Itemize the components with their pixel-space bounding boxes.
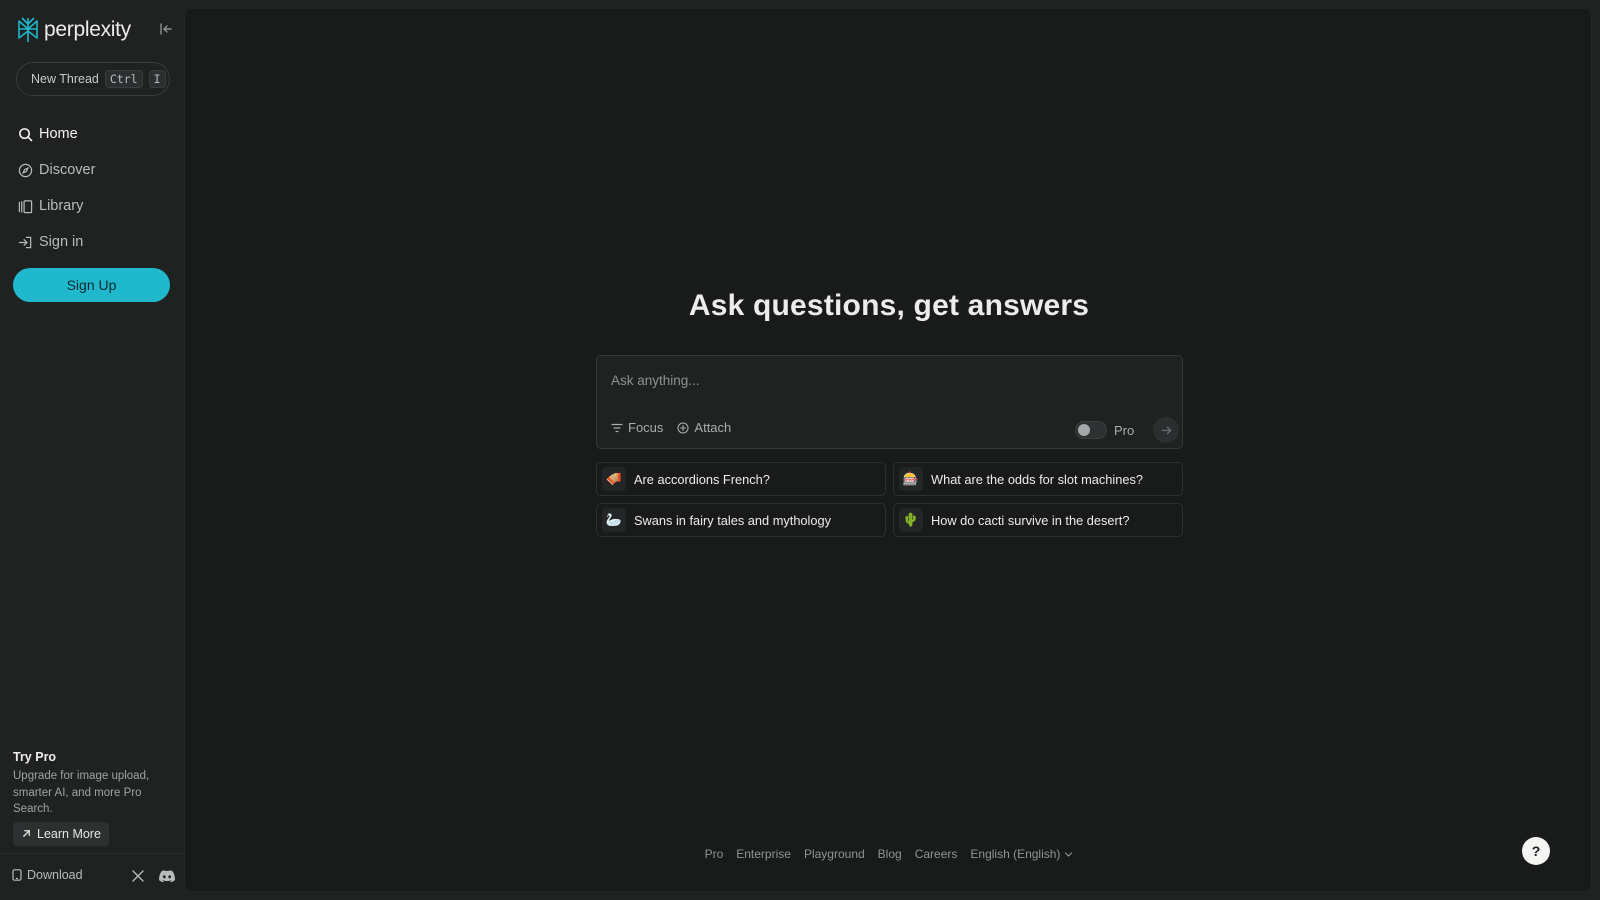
suggestion-item[interactable]: 🦢 Swans in fairy tales and mythology xyxy=(596,503,886,537)
cactus-icon: 🌵 xyxy=(899,508,923,532)
perplexity-logo-icon xyxy=(18,17,38,42)
suggestion-item[interactable]: 🪗 Are accordions French? xyxy=(596,462,886,496)
arrow-up-right-icon xyxy=(23,830,30,837)
search-input[interactable] xyxy=(611,368,1151,392)
footer-link-playground[interactable]: Playground xyxy=(804,847,865,861)
plus-circle-icon xyxy=(677,421,689,434)
learn-more-button[interactable]: Learn More xyxy=(13,821,109,846)
chevron-down-icon xyxy=(1065,851,1073,857)
shortcut-key-ctrl: Ctrl xyxy=(104,70,143,88)
attach-button[interactable]: Attach xyxy=(677,420,731,435)
swan-icon: 🦢 xyxy=(602,508,626,532)
library-icon xyxy=(18,199,33,213)
new-thread-button[interactable]: New Thread Ctrl I xyxy=(16,62,170,96)
suggestion-text: How do cacti survive in the desert? xyxy=(931,512,1130,528)
sidebar-item-label: Home xyxy=(39,126,78,142)
attach-label: Attach xyxy=(694,420,732,435)
toggle-knob xyxy=(1078,424,1090,436)
sign-in-icon xyxy=(18,236,32,248)
pro-label: Pro xyxy=(1114,422,1135,438)
shortcut-key-i: I xyxy=(148,70,166,88)
sidebar-item-label: Discover xyxy=(39,162,96,178)
compass-icon xyxy=(18,163,33,177)
sidebar-footer: Download xyxy=(0,853,184,900)
sidebar-item-sign-in[interactable]: Sign in xyxy=(18,224,168,260)
pro-toggle-group: Pro xyxy=(1075,417,1180,443)
brand-name: perplexity xyxy=(44,18,131,41)
page-title: Ask questions, get answers xyxy=(688,289,1090,322)
filter-icon xyxy=(611,423,623,432)
learn-more-label: Learn More xyxy=(37,826,101,841)
suggestion-item[interactable]: 🎰 What are the odds for slot machines? xyxy=(893,462,1183,496)
sidebar-item-label: Sign in xyxy=(39,234,84,250)
sidebar-item-home[interactable]: Home xyxy=(18,116,168,152)
language-label: English (English) xyxy=(970,847,1061,861)
sidebar-item-label: Library xyxy=(39,198,84,214)
ask-box: Focus Attach Pro xyxy=(596,355,1183,449)
app: perplexity New Thread Ctrl I Home Discov… xyxy=(0,0,1600,900)
main-panel: Ask questions, get answers Focus Attach xyxy=(184,8,1592,892)
ask-tools: Focus Attach xyxy=(611,420,731,435)
footer-link-careers[interactable]: Careers xyxy=(915,847,958,861)
try-pro-panel: Try Pro Upgrade for image upload, smarte… xyxy=(13,750,173,846)
footer-links: Pro Enterprise Playground Blog Careers E… xyxy=(185,847,1593,861)
discord-icon[interactable] xyxy=(159,870,175,883)
sidebar-nav: Home Discover Library Sign in xyxy=(18,116,168,260)
suggestion-text: Swans in fairy tales and mythology xyxy=(634,512,832,528)
footer-link-enterprise[interactable]: Enterprise xyxy=(736,847,791,861)
accordion-icon: 🪗 xyxy=(602,467,626,491)
search-icon xyxy=(19,127,33,141)
help-button[interactable]: ? xyxy=(1522,837,1550,865)
x-icon[interactable] xyxy=(131,869,145,883)
language-selector[interactable]: English (English) xyxy=(970,847,1073,861)
try-pro-title: Try Pro xyxy=(13,750,57,764)
download-label: Download xyxy=(27,868,83,882)
suggestion-item[interactable]: 🌵 How do cacti survive in the desert? xyxy=(893,503,1183,537)
submit-button[interactable] xyxy=(1153,417,1180,443)
slot-machine-icon: 🎰 xyxy=(899,467,923,491)
collapse-sidebar-icon[interactable] xyxy=(158,21,174,37)
brand-logo[interactable]: perplexity xyxy=(16,16,131,44)
footer-link-blog[interactable]: Blog xyxy=(878,847,902,861)
sidebar-item-discover[interactable]: Discover xyxy=(18,152,168,188)
footer-link-pro[interactable]: Pro xyxy=(705,847,724,861)
try-pro-description: Upgrade for image upload, smarter AI, an… xyxy=(13,770,150,815)
sidebar-item-library[interactable]: Library xyxy=(18,188,168,224)
suggestion-list: 🪗 Are accordions French? 🎰 What are the … xyxy=(596,462,1183,537)
suggestion-text: What are the odds for slot machines? xyxy=(931,471,1143,487)
focus-label: Focus xyxy=(628,420,664,435)
download-link[interactable]: Download xyxy=(12,868,83,882)
new-thread-label: New Thread xyxy=(31,72,99,86)
pro-toggle[interactable] xyxy=(1075,421,1107,439)
suggestion-text: Are accordions French? xyxy=(634,471,770,487)
sidebar: perplexity New Thread Ctrl I Home Discov… xyxy=(0,0,184,900)
arrow-right-icon xyxy=(1161,426,1172,434)
sign-up-button[interactable]: Sign Up xyxy=(13,268,170,302)
device-icon xyxy=(12,869,22,881)
focus-button[interactable]: Focus xyxy=(611,420,663,435)
